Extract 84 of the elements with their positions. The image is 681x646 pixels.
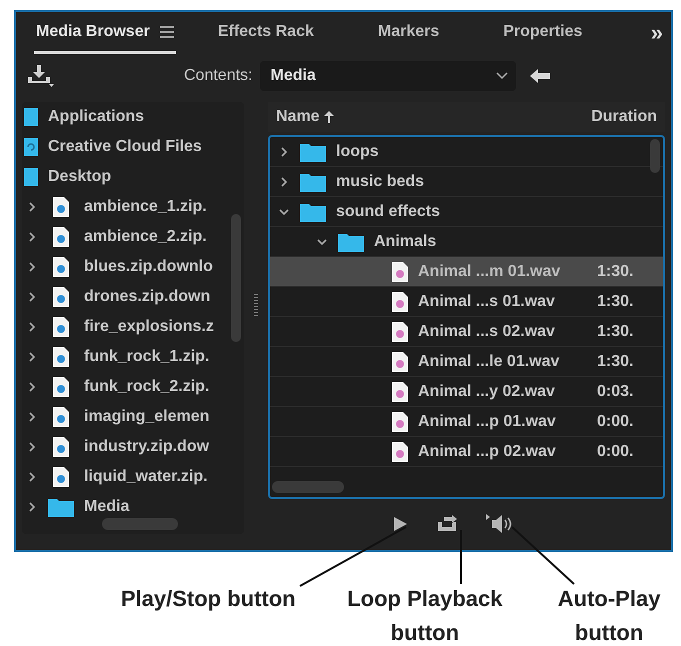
menu-icon[interactable] (160, 26, 174, 38)
audio-file-icon (392, 322, 408, 342)
file-item[interactable]: ambience_2.zip. (84, 228, 207, 246)
file-icon (53, 317, 69, 337)
duration-text: 1:30. (597, 292, 634, 310)
folder-icon (48, 497, 74, 517)
scrollbar[interactable] (272, 481, 344, 493)
duration-text: 1:30. (597, 322, 634, 340)
audio-file-icon (392, 292, 408, 312)
file-icon (53, 437, 69, 457)
column-header[interactable]: Name (268, 108, 342, 126)
panel-tab[interactable]: Effects Rack (216, 12, 316, 54)
file-icon (53, 347, 69, 367)
folder-name[interactable]: Animals (374, 232, 436, 250)
file-item[interactable]: blues.zip.downlo (84, 258, 213, 276)
file-item[interactable]: funk_rock_1.zip. (84, 348, 210, 366)
location-icon (24, 168, 38, 186)
file-icon (53, 197, 69, 217)
duration-text: 0:00. (597, 412, 634, 430)
file-name[interactable]: Animal ...s 02.wav (418, 322, 555, 340)
scrollbar[interactable] (231, 214, 241, 342)
folder-name[interactable]: music beds (336, 172, 424, 190)
auto-play-icon (486, 514, 512, 534)
contents-dropdown[interactable]: Media (260, 61, 516, 91)
file-item[interactable]: ambience_1.zip. (84, 198, 207, 216)
folder-icon (300, 202, 326, 222)
file-name[interactable]: Animal ...s 01.wav (418, 292, 555, 310)
cloud-folder-icon (24, 138, 38, 156)
callout-label: Auto-Play button (556, 585, 662, 646)
file-item[interactable]: drones.zip.down (84, 288, 210, 306)
audio-file-icon (392, 442, 408, 462)
folder-icon (300, 172, 326, 192)
file-item[interactable]: liquid_water.zip. (84, 468, 208, 486)
folder-icon (338, 232, 364, 252)
file-icon (53, 407, 69, 427)
autoplay-button[interactable] (484, 512, 514, 536)
chevron-down-icon (496, 72, 508, 80)
leader-line (511, 526, 575, 585)
file-name[interactable]: Animal ...p 02.wav (418, 442, 556, 460)
folder-name[interactable]: loops (336, 142, 379, 160)
file-name[interactable]: Animal ...y 02.wav (418, 382, 555, 400)
file-icon (53, 257, 69, 277)
scrollbar[interactable] (102, 518, 178, 530)
splitter-handle[interactable] (254, 294, 258, 318)
location-icon (24, 108, 38, 126)
leader-line (460, 530, 462, 584)
callout-label: Loop Playback button (346, 585, 504, 646)
duration-text: 1:30. (597, 352, 634, 370)
panel-tab[interactable]: Properties (501, 12, 584, 54)
duration-text: 0:03. (597, 382, 634, 400)
audio-file-icon (392, 382, 408, 402)
location-item[interactable]: Applications (48, 108, 144, 126)
file-item[interactable]: fire_explosions.z (84, 318, 214, 336)
location-item[interactable]: Desktop (48, 168, 112, 186)
duration-text: 0:00. (597, 442, 634, 460)
file-item[interactable]: funk_rock_2.zip. (84, 378, 210, 396)
panel-tab[interactable]: Markers (376, 12, 442, 54)
import-icon[interactable] (28, 65, 54, 87)
callout-label: Play/Stop button (120, 585, 297, 613)
file-icon (53, 377, 69, 397)
file-icon (53, 467, 69, 487)
folder-name[interactable]: sound effects (336, 202, 440, 220)
audio-file-icon (392, 262, 408, 282)
panel-tab[interactable]: Media Browser (34, 12, 176, 54)
file-item[interactable]: Media (84, 498, 130, 516)
contents-label: Contents: (184, 67, 252, 85)
file-name[interactable]: Animal ...m 01.wav (418, 262, 560, 280)
loop-icon (436, 515, 458, 533)
audio-file-icon (392, 412, 408, 432)
play-icon (392, 516, 408, 532)
file-icon (53, 287, 69, 307)
overflow-button[interactable]: » (650, 20, 663, 46)
back-arrow-icon[interactable] (530, 69, 550, 83)
file-item[interactable]: imaging_elemen (84, 408, 210, 426)
file-name[interactable]: Animal ...le 01.wav (418, 352, 560, 370)
scrollbar[interactable] (650, 139, 660, 173)
file-icon (53, 227, 69, 247)
folder-icon (300, 142, 326, 162)
file-name[interactable]: Animal ...p 01.wav (418, 412, 556, 430)
column-header[interactable]: Duration (583, 108, 665, 126)
duration-text: 1:30. (597, 262, 634, 280)
location-item[interactable]: Creative Cloud Files (48, 138, 202, 156)
file-item[interactable]: industry.zip.dow (84, 438, 210, 456)
audio-file-icon (392, 352, 408, 372)
